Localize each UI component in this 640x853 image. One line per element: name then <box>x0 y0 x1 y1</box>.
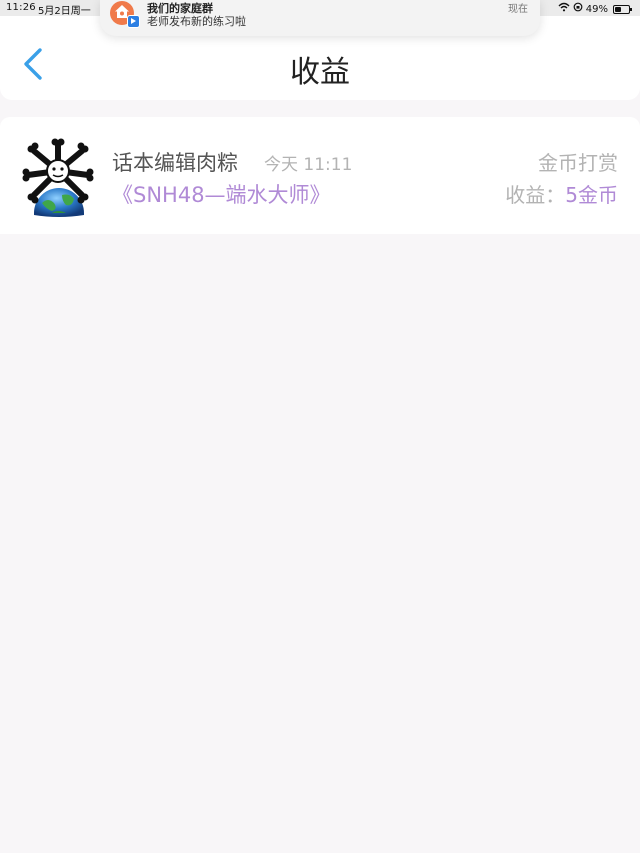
avatar[interactable] <box>22 137 94 231</box>
wifi-icon <box>558 2 570 16</box>
income-type: 金币打赏 <box>538 151 618 175</box>
earnings-value: 5金币 <box>565 183 618 207</box>
page-title: 收益 <box>290 55 350 90</box>
status-date: 5月2日周一 <box>38 6 91 17</box>
notification-banner[interactable]: 我们的家庭群 老师发布新的练习啦 现在 <box>100 0 540 36</box>
notification-time: 现在 <box>508 4 528 15</box>
earnings-label: 收益： <box>505 183 566 207</box>
battery-percent: 49% <box>585 3 608 15</box>
status-indicators: 49% <box>558 2 632 16</box>
post-time: 今天 11:11 <box>264 155 353 175</box>
list-item[interactable]: 话本编辑肉粽 今天 11:11 《SNH48—端水大师》 金币打赏 收益：5金币 <box>0 117 640 234</box>
user-name: 话本编辑肉粽 <box>112 151 238 175</box>
work-title-link[interactable]: 《SNH48—端水大师》 <box>112 179 331 209</box>
play-badge-icon <box>127 15 140 28</box>
battery-icon <box>613 4 632 14</box>
notification-body: 老师发布新的练习啦 <box>147 15 246 28</box>
earnings: 收益：5金币 <box>505 179 618 208</box>
status-time: 11:26 <box>6 2 36 13</box>
rotation-lock-icon <box>573 2 583 16</box>
